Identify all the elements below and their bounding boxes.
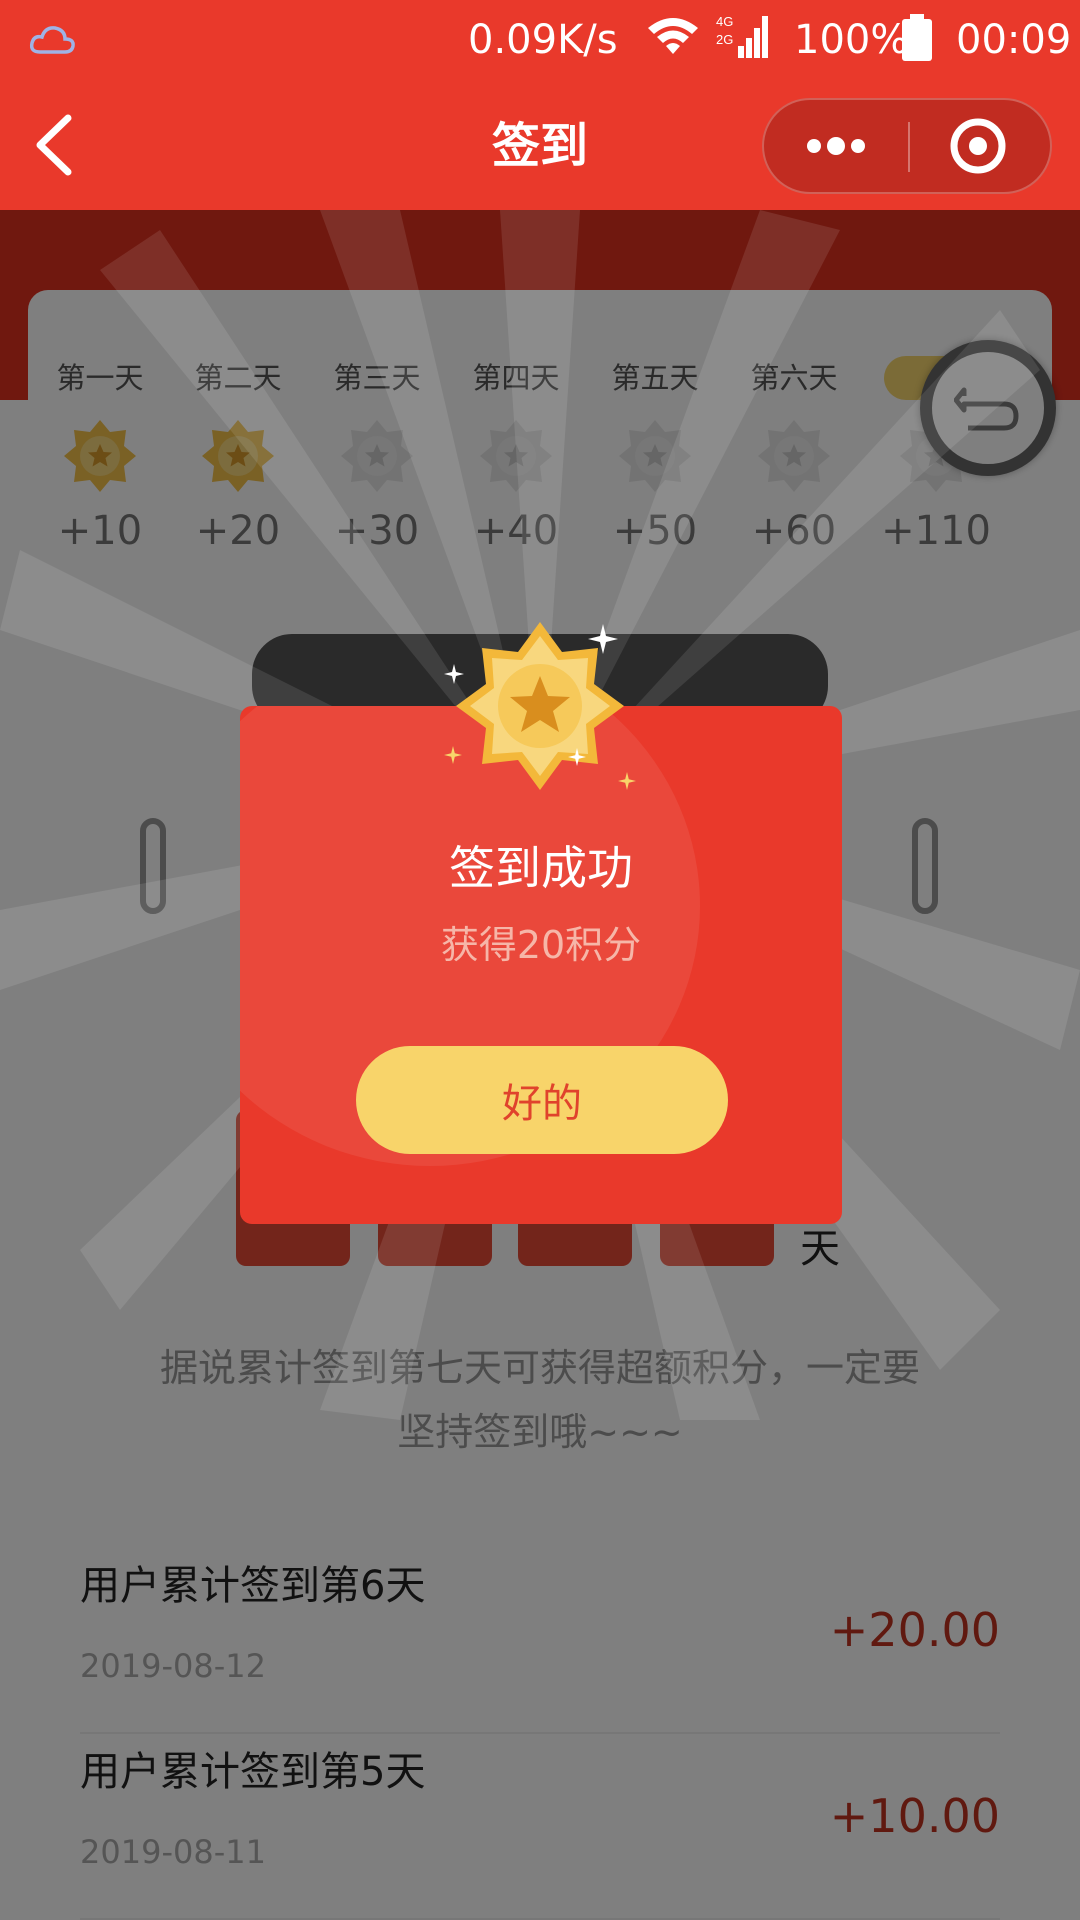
battery-percent: 100% <box>794 17 909 63</box>
status-bar: 0.09K/s 4G 2G 100% 00:09 <box>0 0 1080 80</box>
network-speed: 0.09K/s <box>468 17 618 63</box>
target-circle-icon <box>950 118 1006 174</box>
nav-bar: 签到 <box>0 80 1080 210</box>
sparkle-icon <box>444 746 462 764</box>
sparkle-icon <box>618 772 636 790</box>
clock: 00:09 <box>956 17 1072 63</box>
sparkle-icon <box>588 624 618 654</box>
close-miniprogram-button[interactable] <box>910 100 1050 192</box>
wifi-icon <box>648 18 698 54</box>
miniprogram-capsule <box>762 98 1052 194</box>
dialog-subtitle: 获得20积分 <box>440 923 642 967</box>
cellular-signal-icon: 4G 2G <box>716 12 772 60</box>
signal-label-2g: 2G <box>716 32 733 47</box>
more-button[interactable] <box>764 100 908 192</box>
more-dots-icon <box>807 137 865 155</box>
dialog-title: 签到成功 <box>449 841 633 895</box>
signal-label-4g: 4G <box>716 14 733 29</box>
battery-icon <box>902 14 932 61</box>
cloud-icon <box>29 26 75 54</box>
sparkle-icon <box>444 664 464 684</box>
ok-button[interactable]: 好的 <box>356 1046 728 1154</box>
sparkle-icon <box>568 748 586 766</box>
